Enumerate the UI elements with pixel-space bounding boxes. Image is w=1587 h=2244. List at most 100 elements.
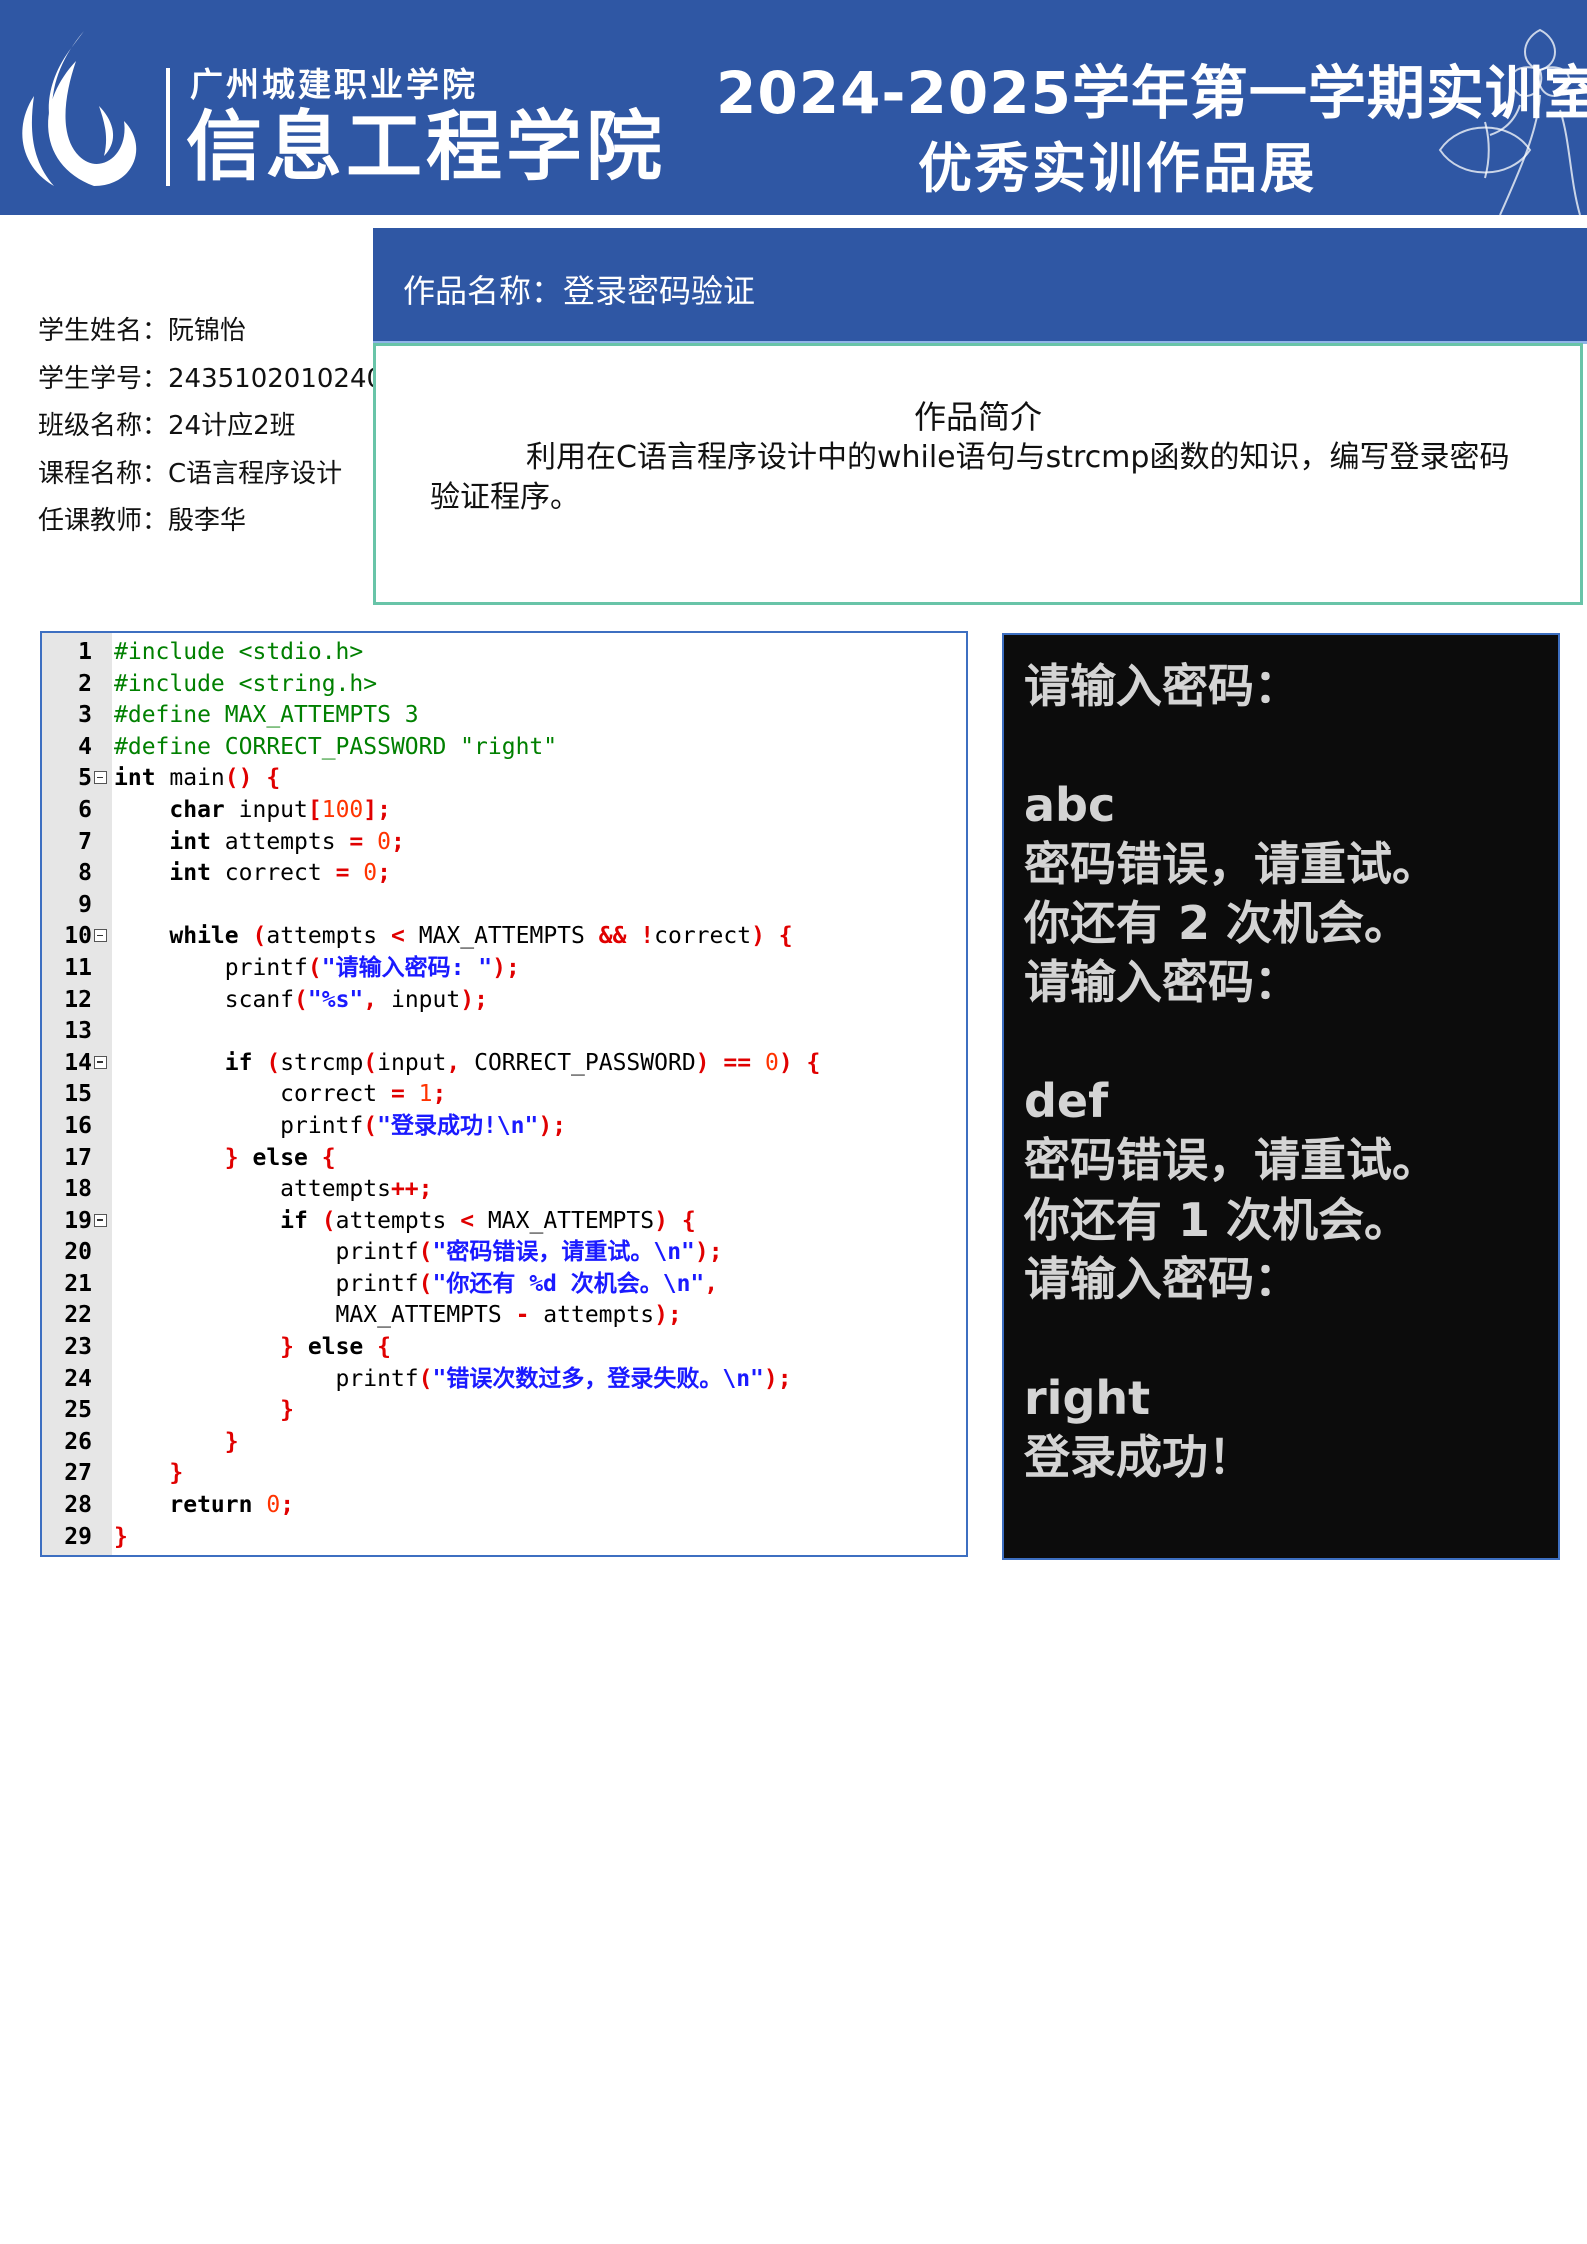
code-lines: 1 #include <stdio.h> 2 #include <string.h> 3… <box>42 637 966 1553</box>
code-line: 25 } <box>42 1395 966 1427</box>
code-text: printf("登录成功!\n"); <box>114 1112 567 1139</box>
code-text: #include <stdio.h> <box>114 639 364 665</box>
console-line: 密码错误，请重试。 <box>1024 836 1438 891</box>
console-line: 登录成功！ <box>1024 1429 1254 1484</box>
code-text: return 0; <box>169 1492 295 1519</box>
code-line: 7 int attempts = 0; <box>42 827 966 859</box>
line-number: 11 <box>64 954 92 981</box>
school-name-big: 信息工程学院 <box>186 102 666 191</box>
line-number: 21 <box>64 1270 92 1297</box>
line-number: 18 <box>64 1176 92 1203</box>
line-number: 26 <box>64 1428 92 1455</box>
code-line: 24 printf("错误次数过多，登录失败。\n"); <box>42 1364 966 1396</box>
class-name: 班级名称：24计应2班 <box>38 411 296 441</box>
line-number: 28 <box>64 1492 92 1519</box>
code-text: printf("密码错误，请重试。\n"); <box>114 1239 723 1266</box>
code-text: int main() { <box>114 765 281 792</box>
fold-toggle-icon[interactable] <box>94 771 107 785</box>
code-line: 19 if (attempts < MAX_ATTEMPTS) { <box>42 1206 966 1238</box>
code-text: } <box>224 1428 239 1455</box>
line-number: 2 <box>78 670 92 697</box>
code-text: attempts++; <box>114 1176 433 1203</box>
line-number: 12 <box>64 986 92 1013</box>
code-line: 27 } <box>42 1458 966 1490</box>
code-text: if (strcmp(input, CORRECT_PASSWORD) == 0… <box>224 1049 821 1076</box>
course-name: 课程名称：C语言程序设计 <box>38 458 343 489</box>
code-text: if (attempts < MAX_ATTEMPTS) { <box>280 1207 696 1234</box>
code-line: 13 <box>42 1016 966 1048</box>
code-text: #define CORRECT_PASSWORD "right" <box>114 733 558 760</box>
code-text: } <box>114 1523 128 1550</box>
code-text: printf("错误次数过多，登录失败。\n"); <box>114 1365 792 1392</box>
code-line: 9 <box>42 890 966 922</box>
line-number: 20 <box>64 1239 92 1266</box>
console-line: 请输入密码： <box>1024 1251 1300 1306</box>
line-number: 27 <box>64 1460 92 1487</box>
code-text: } <box>169 1460 184 1487</box>
code-editor-panel: 1 #include <stdio.h> 2 #include <string.h> 3… <box>40 631 968 1557</box>
line-number: 23 <box>64 1334 92 1361</box>
code-line: 14 if (strcmp(input, CORRECT_PASSWORD) =… <box>42 1048 966 1080</box>
line-number: 17 <box>64 1144 92 1171</box>
line-number: 5 <box>78 765 92 792</box>
code-line: 21 printf("你还有 %d 次机会。\n", <box>42 1269 966 1301</box>
code-line: 15 correct = 1; <box>42 1079 966 1111</box>
college-logo-icon <box>22 31 137 186</box>
code-text: MAX_ATTEMPTS - attempts); <box>114 1302 682 1329</box>
line-number: 6 <box>78 796 92 823</box>
code-text: #include <string.h> <box>114 670 378 697</box>
teacher-name: 任课教师：殷李华 <box>38 506 247 536</box>
code-text: scanf("%s", input); <box>114 986 488 1013</box>
exhibition-title-line2: 优秀实训作品展 <box>918 137 1317 200</box>
console-line: 请输入密码： <box>1024 955 1300 1010</box>
fold-toggle-icon[interactable] <box>94 1055 107 1069</box>
student-name: 学生姓名：阮锦怡 <box>38 316 247 346</box>
code-text: char input[100]; <box>169 796 391 823</box>
student-info: 学生姓名：阮锦怡 学生学号：2435102010240 班级名称：24计应2班 … <box>38 308 383 546</box>
line-number: 10 <box>64 923 92 950</box>
code-text: int correct = 0; <box>169 860 391 887</box>
code-text: printf("请输入密码: "); <box>114 954 520 981</box>
console-lines: 请输入密码： abc 密码错误，请重试。 你还有 2 次机会。 请输入密码： def 密… <box>1024 657 1438 1487</box>
code-line: 18 attempts++; <box>42 1174 966 1206</box>
header-divider <box>166 68 170 186</box>
intro-box: 作品简介 利用在C语言程序设计中的while语句与strcmp函数的知识，编写登… <box>373 343 1583 605</box>
code-text: } <box>280 1397 295 1424</box>
code-line: 23 } else { <box>42 1332 966 1364</box>
console-line: 你还有 1 次机会。 <box>1024 1192 1411 1247</box>
code-line: 3 #define MAX_ATTEMPTS 3 <box>42 700 966 732</box>
code-line: 11 printf("请输入密码: "); <box>42 953 966 985</box>
line-number: 4 <box>78 733 92 760</box>
code-line: 28 return 0; <box>42 1490 966 1522</box>
line-number: 29 <box>64 1523 92 1550</box>
code-line: 1 #include <stdio.h> <box>42 637 966 669</box>
line-number: 25 <box>64 1397 92 1424</box>
line-number: 22 <box>64 1302 92 1329</box>
fold-toggle-icon[interactable] <box>94 929 107 943</box>
line-number: 9 <box>78 891 92 918</box>
code-line: 12 scanf("%s", input); <box>42 985 966 1017</box>
code-line: 5 int main() { <box>42 763 966 795</box>
code-line: 20 printf("密码错误，请重试。\n"); <box>42 1237 966 1269</box>
code-line: 16 printf("登录成功!\n"); <box>42 1111 966 1143</box>
line-number: 24 <box>64 1365 92 1392</box>
work-name: 作品名称：登录密码验证 <box>403 272 756 310</box>
console-line: def <box>1024 1074 1109 1129</box>
fold-toggle-icon[interactable] <box>94 1213 107 1227</box>
line-number: 14 <box>64 1049 92 1076</box>
header-banner: 广州城建职业学院 信息工程学院 2024-2025学年第一学期实训室 优秀实训作… <box>0 0 1587 215</box>
console-line: 密码错误，请重试。 <box>1024 1133 1438 1188</box>
lotus-decoration-icon <box>1438 28 1581 215</box>
line-number: 15 <box>64 1081 92 1108</box>
code-line: 2 #include <string.h> <box>42 669 966 701</box>
code-line: 10 while (attempts < MAX_ATTEMPTS && !co… <box>42 921 966 953</box>
console-output-panel: 请输入密码： abc 密码错误，请重试。 你还有 2 次机会。 请输入密码： def 密… <box>1002 633 1560 1560</box>
console-line: abc <box>1024 777 1116 832</box>
line-number: 16 <box>64 1112 92 1139</box>
console-line: 你还有 2 次机会。 <box>1024 896 1411 951</box>
console-line: right <box>1024 1370 1151 1425</box>
code-line: 4 #define CORRECT_PASSWORD "right" <box>42 732 966 764</box>
line-number: 19 <box>64 1207 92 1234</box>
